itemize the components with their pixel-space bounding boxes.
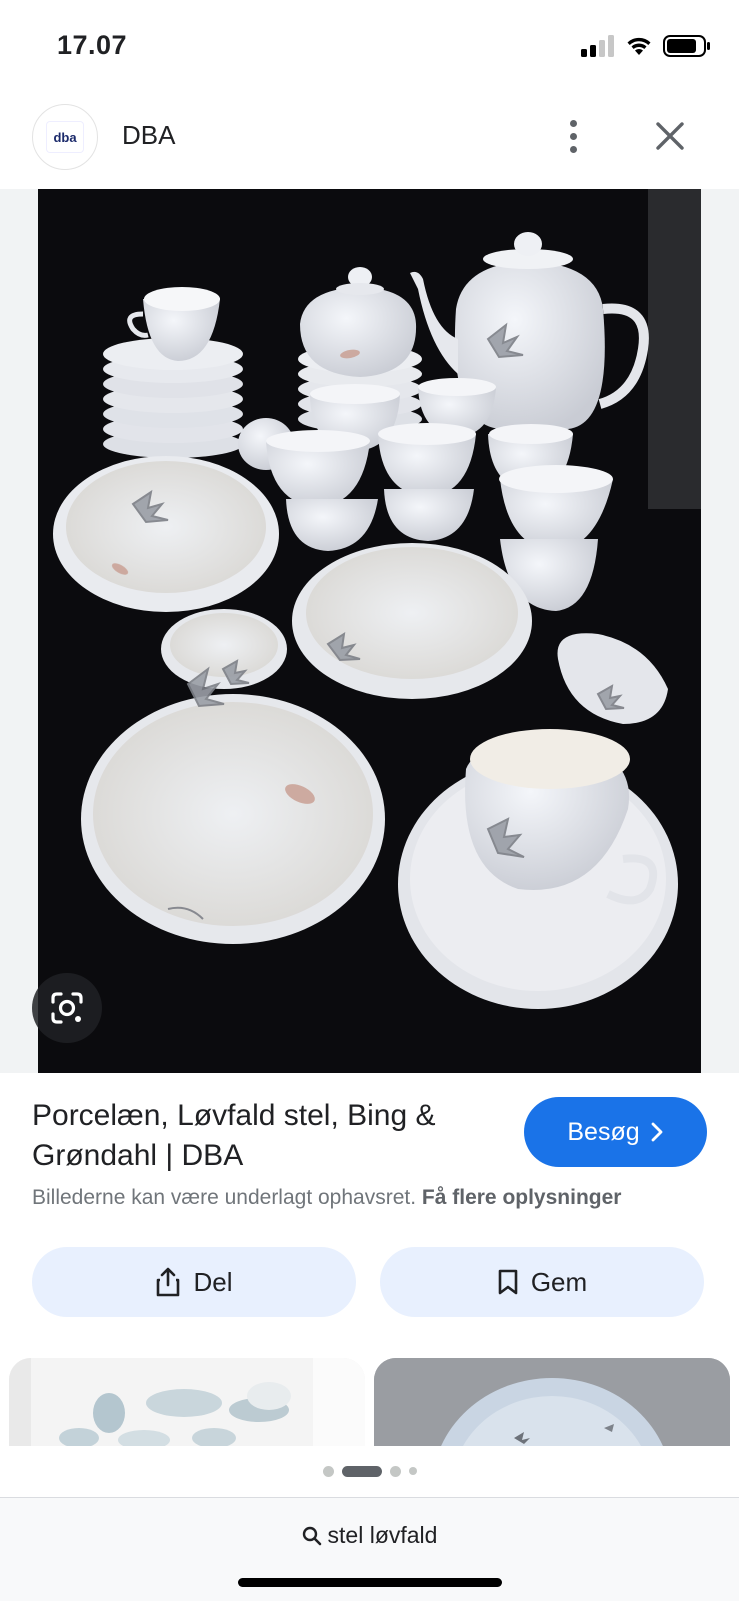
search-query-chip[interactable]: stel løvfald	[0, 1522, 739, 1549]
google-lens-icon	[51, 992, 83, 1024]
share-button-label: Del	[193, 1266, 233, 1297]
bottom-bar: stel løvfald	[0, 1497, 739, 1601]
site-logo[interactable]: dba	[32, 104, 98, 170]
related-image-2-illustration	[374, 1358, 730, 1446]
signal-icon	[581, 35, 614, 57]
visit-button-label: Besøg	[567, 1117, 640, 1146]
porcelain-photo-illustration	[38, 189, 701, 1073]
carousel-pager	[0, 1446, 739, 1496]
close-icon[interactable]	[648, 114, 692, 158]
more-info-link[interactable]: Få flere oplysninger	[422, 1186, 622, 1209]
search-icon	[302, 1526, 321, 1545]
result-header: dba DBA	[0, 100, 739, 190]
status-time: 17.07	[57, 30, 128, 60]
save-button-label: Gem	[530, 1266, 588, 1297]
battery-icon	[663, 35, 710, 57]
porcelain-photo[interactable]	[38, 189, 701, 1073]
share-button[interactable]: Del	[32, 1247, 356, 1317]
site-logo-text: dba	[47, 122, 83, 152]
wifi-icon	[627, 37, 651, 55]
more-options-button[interactable]	[556, 114, 590, 158]
bookmark-icon	[498, 1269, 518, 1295]
pager-dot	[389, 1465, 401, 1477]
copyright-text: Billederne kan være underlagt ophavsret.	[32, 1186, 417, 1209]
related-image-1[interactable]	[9, 1358, 365, 1446]
visit-button[interactable]: Besøg	[524, 1097, 707, 1167]
status-icons	[581, 34, 711, 58]
home-indicator[interactable]	[238, 1578, 502, 1587]
google-lens-button[interactable]	[32, 973, 102, 1043]
chevron-right-icon	[651, 1122, 663, 1142]
more-vert-icon	[569, 119, 577, 127]
image-viewer	[0, 189, 739, 1073]
pager-dot	[408, 1467, 417, 1475]
pager-dot	[322, 1465, 334, 1477]
status-bar: 17.07	[0, 0, 739, 90]
search-query-text: stel løvfald	[327, 1522, 438, 1548]
related-image-2[interactable]	[374, 1358, 730, 1446]
save-button[interactable]: Gem	[380, 1247, 704, 1317]
result-title[interactable]: Porcelæn, Løvfald stel, Bing & Grøndahl …	[32, 1096, 492, 1176]
pager-dot-active	[341, 1465, 382, 1477]
related-image-1-illustration	[9, 1358, 365, 1446]
copyright-notice: Billederne kan være underlagt ophavsret.…	[32, 1186, 621, 1210]
share-icon	[157, 1267, 180, 1297]
site-name[interactable]: DBA	[122, 120, 175, 151]
